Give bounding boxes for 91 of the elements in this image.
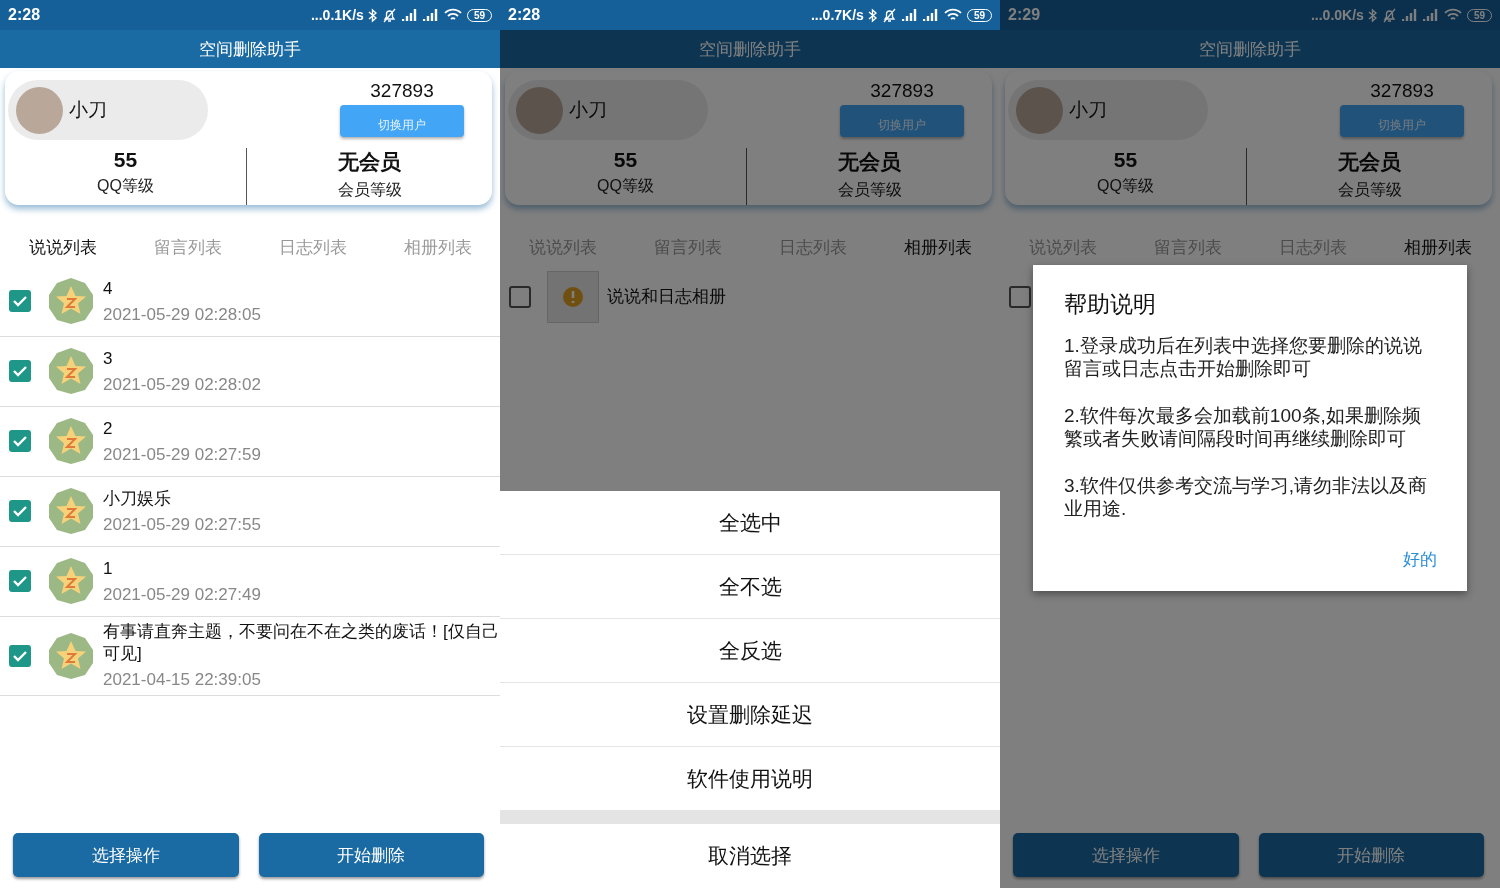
list-tab[interactable]: 相册列表 [1375,227,1500,267]
network-speed: ...0.1K/s [310,7,364,23]
post-time: 2021-05-29 02:27:59 [103,444,261,465]
list-tab[interactable]: 日志列表 [250,227,375,267]
post-title: 有事请直奔主题，不要问在不在之类的废话！[仅自己可见] [103,621,500,665]
qq-level-label: QQ等级 [97,176,154,196]
membership-value: 无会员 [838,149,901,175]
user-name: 小刀 [569,98,607,122]
bell-off-icon [881,7,897,23]
qq-level-value: 55 [1113,148,1138,172]
bluetooth-icon [1367,7,1377,23]
signal-icon [901,8,918,22]
avatar-circle [516,86,563,134]
user-name: 小刀 [1069,98,1107,122]
signal-icon [401,8,418,22]
list-tab[interactable]: 说说列表 [0,227,125,267]
status-time: 2:29 [1008,6,1041,24]
checkbox[interactable] [9,644,31,667]
action-button[interactable]: 选择操作 [1013,833,1239,877]
dialog-paragraph: 2.软件每次最多会加载前100条,如果删除频繁或者失败请间隔段时间再继续删除即可 [1064,404,1422,450]
action-button[interactable]: 开始删除 [258,833,484,877]
list-tab[interactable]: 相册列表 [875,227,1000,267]
qq-level-label: QQ等级 [1097,176,1154,196]
bluetooth-icon [867,7,877,23]
star-badge-icon [47,631,95,680]
dialog-paragraph: 3.软件仅供参考交流与学习,请勿非法以及商业用途. [1064,474,1429,520]
ok-button[interactable]: 好的 [1403,548,1437,571]
post-title: 1 [103,557,114,580]
wifi-icon [943,8,962,22]
membership-value: 无会员 [338,149,401,175]
membership-label: 会员等级 [337,180,402,200]
checkbox[interactable] [509,286,531,308]
signal-icon [1422,8,1439,22]
qq-level-label: QQ等级 [597,176,654,196]
qq-level-value: 55 [613,148,638,172]
post-time: 2021-05-29 02:27:55 [103,514,261,535]
star-badge-icon [47,277,95,325]
post-time: 2021-04-15 22:39:05 [103,670,262,690]
app-title: 空间删除助手 [0,30,500,68]
membership-value: 无会员 [1338,149,1401,175]
dialog-paragraph: 1.登录成功后在列表中选择您要删除的说说留言或日志点击开始删除即可 [1064,334,1423,380]
checkbox[interactable] [9,290,31,312]
switch-user-button[interactable]: 切换用户 [1340,105,1464,137]
list-tab[interactable]: 留言列表 [125,227,250,267]
bell-off-icon [381,7,397,23]
post-time: 2021-05-29 02:28:05 [103,304,261,325]
membership-label: 会员等级 [837,180,902,200]
post-title: 小刀娱乐 [103,487,172,510]
post-time: 2021-05-29 02:28:02 [103,374,261,395]
status-time: 2:28 [508,6,541,24]
qq-level-value: 55 [113,148,138,172]
user-name: 小刀 [69,98,107,122]
network-speed: ...0.0K/s [1310,7,1364,23]
wifi-icon [443,8,462,22]
star-badge-icon [47,557,95,605]
checkbox[interactable] [1009,286,1031,308]
checkbox[interactable] [9,500,31,522]
checkbox[interactable] [9,430,31,452]
post-time: 2021-05-29 02:27:49 [103,584,261,605]
qq-number: 327893 [1370,80,1434,102]
bluetooth-icon [367,7,377,23]
signal-icon [1401,8,1418,22]
qq-number: 327893 [370,80,434,102]
star-badge-icon [47,417,95,465]
checkbox[interactable] [9,570,31,592]
avatar-circle [16,86,63,134]
switch-user-button[interactable]: 切换用户 [840,105,964,137]
switch-user-button[interactable]: 切换用户 [340,105,464,137]
star-badge-icon [47,347,95,395]
status-time: 2:28 [8,6,41,24]
post-title: 3 [103,347,114,370]
app-title: 空间删除助手 [1000,30,1500,68]
checkbox[interactable] [9,360,31,382]
action-button[interactable]: 开始删除 [1258,833,1484,877]
network-speed: ...0.7K/s [810,7,864,23]
membership-label: 会员等级 [1337,180,1402,200]
post-title: 说说和日志相册 [607,286,726,308]
post-title: 2 [103,417,114,440]
avatar-circle [1016,86,1063,134]
app-title: 空间删除助手 [500,30,1000,68]
wifi-icon [1443,8,1462,22]
qq-number: 327893 [870,80,934,102]
star-badge-icon [47,487,95,535]
signal-icon [922,8,939,22]
dialog-title: 帮助说明 [1064,290,1157,319]
signal-icon [422,8,439,22]
post-title: 4 [103,277,114,300]
action-button[interactable]: 选择操作 [13,833,239,877]
list-tab[interactable]: 相册列表 [375,227,500,267]
bell-off-icon [1381,7,1397,23]
album-thumbnail [547,271,599,323]
